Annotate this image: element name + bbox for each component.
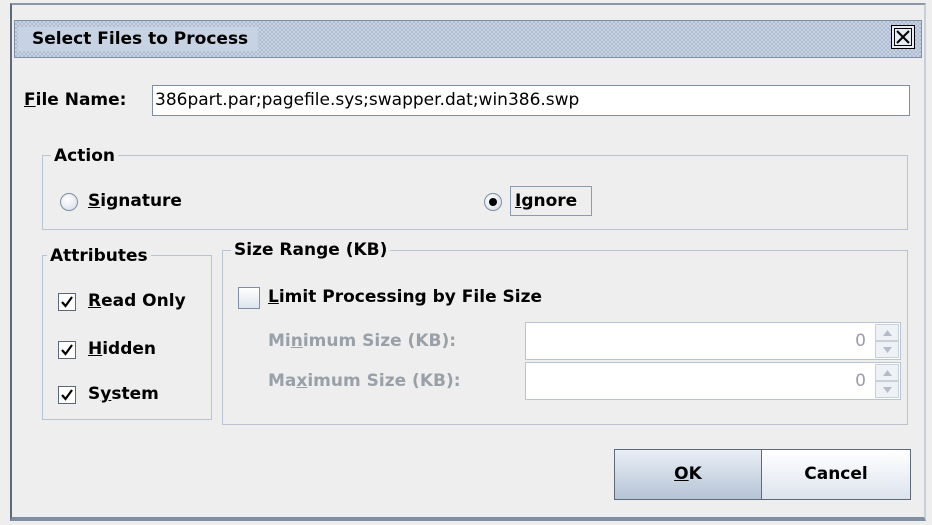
ignore-radio[interactable]	[484, 193, 502, 211]
maximum-size-spinner[interactable]: 0	[525, 362, 901, 400]
dialog-title: Select Files to Process	[18, 27, 259, 51]
spinner-down-button[interactable]	[875, 341, 899, 358]
radio-selected-dot	[489, 198, 497, 206]
hidden-label[interactable]: Hidden	[88, 339, 156, 359]
hidden-checkbox[interactable]	[58, 341, 76, 359]
read-only-checkbox[interactable]	[58, 293, 76, 311]
limit-size-checkbox[interactable]	[238, 287, 260, 309]
ignore-label[interactable]: Ignore	[515, 191, 577, 211]
minimum-size-value[interactable]: 0	[855, 323, 866, 359]
spinner-down-button[interactable]	[875, 381, 899, 398]
signature-label[interactable]: Signature	[88, 191, 182, 211]
maximum-size-value[interactable]: 0	[855, 363, 866, 399]
minimum-size-spinner[interactable]: 0	[525, 322, 901, 360]
cancel-button[interactable]: Cancel	[761, 449, 911, 500]
system-checkbox[interactable]	[58, 386, 76, 404]
checkmark-icon	[61, 344, 73, 356]
file-name-input[interactable]: 386part.par;pagefile.sys;swapper.dat;win…	[152, 85, 910, 116]
attributes-legend: Attributes	[47, 246, 151, 266]
action-legend: Action	[51, 146, 118, 166]
arrow-up-icon	[883, 330, 892, 336]
limit-size-label[interactable]: Limit Processing by File Size	[268, 287, 542, 307]
ok-button[interactable]: OK	[614, 449, 762, 500]
arrow-up-icon	[883, 370, 892, 376]
spinner-up-button[interactable]	[875, 364, 899, 381]
close-button[interactable]	[891, 25, 915, 49]
spinner-arrows	[875, 364, 899, 398]
spinner-arrows	[875, 324, 899, 358]
checkmark-icon	[61, 296, 73, 308]
arrow-down-icon	[883, 387, 892, 393]
arrow-down-icon	[883, 347, 892, 353]
size-range-legend: Size Range (KB)	[231, 240, 391, 260]
read-only-label[interactable]: Read Only	[88, 291, 186, 311]
system-label[interactable]: System	[88, 384, 159, 404]
minimum-size-label: Minimum Size (KB):	[268, 331, 457, 351]
close-icon	[894, 28, 912, 46]
maximum-size-label: Maximum Size (KB):	[268, 371, 461, 391]
title-bar[interactable]: Select Files to Process	[14, 20, 922, 58]
signature-radio[interactable]	[60, 193, 78, 211]
checkmark-icon	[61, 389, 73, 401]
file-name-label: File Name:	[24, 90, 127, 110]
spinner-up-button[interactable]	[875, 324, 899, 341]
